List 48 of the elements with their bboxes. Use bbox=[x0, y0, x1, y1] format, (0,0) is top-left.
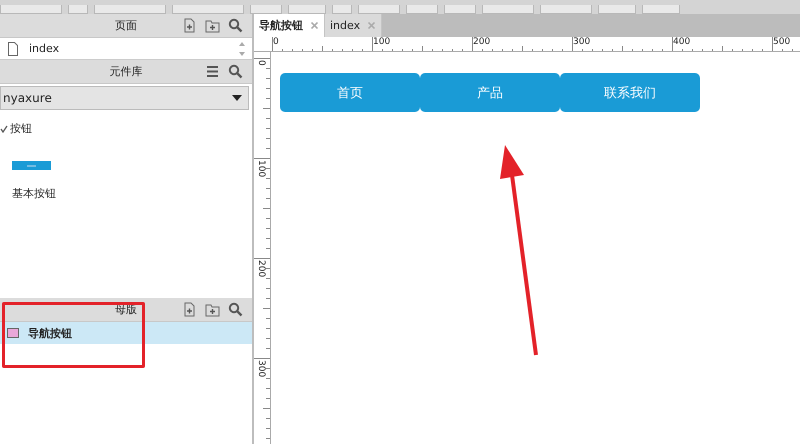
toolbar-control[interactable] bbox=[444, 5, 476, 14]
search-icon[interactable] bbox=[228, 18, 243, 33]
page-item[interactable]: index bbox=[29, 42, 60, 55]
toolbar-control[interactable] bbox=[288, 5, 326, 14]
ruler-label: 100 bbox=[256, 160, 266, 178]
close-icon[interactable] bbox=[368, 22, 376, 29]
library-group[interactable]: 按钮 bbox=[10, 121, 32, 136]
page-icon[interactable] bbox=[7, 42, 19, 56]
toolbar-control[interactable] bbox=[406, 5, 438, 14]
toolbar-control[interactable] bbox=[68, 5, 88, 14]
add-page-icon[interactable] bbox=[182, 18, 197, 33]
add-page-icon[interactable] bbox=[182, 302, 197, 317]
add-folder-icon[interactable] bbox=[205, 302, 220, 317]
ruler-label: 0 bbox=[256, 60, 266, 66]
toolbar-control[interactable] bbox=[0, 5, 62, 14]
master-icon[interactable] bbox=[7, 328, 19, 338]
toolbar-control[interactable] bbox=[540, 5, 592, 14]
button-thumbnail-icon[interactable] bbox=[12, 161, 51, 170]
toolbar-control[interactable] bbox=[94, 5, 166, 14]
tab[interactable]: 导航按钮 bbox=[254, 14, 325, 37]
master-item[interactable]: 导航按钮 bbox=[0, 322, 252, 344]
toolbar-control[interactable] bbox=[598, 5, 636, 14]
library-dropdown[interactable]: nyaxure bbox=[0, 86, 249, 110]
widget-item[interactable]: 基本按钮 bbox=[12, 186, 252, 201]
panel-title: 页面 bbox=[114, 18, 138, 33]
ruler-label: 100 bbox=[373, 37, 390, 47]
close-icon[interactable] bbox=[311, 22, 318, 29]
menu-icon[interactable] bbox=[205, 64, 220, 79]
ruler-label: 200 bbox=[256, 260, 266, 278]
ruler-label: 0 bbox=[273, 37, 279, 47]
panel-title: 元件库 bbox=[108, 64, 144, 79]
ruler-label: 400 bbox=[673, 37, 690, 47]
scroll-arrows-icon[interactable] bbox=[238, 40, 246, 56]
toolbar-control[interactable] bbox=[482, 5, 534, 14]
ruler-label: 300 bbox=[256, 360, 266, 378]
toolbar-control[interactable] bbox=[642, 5, 680, 14]
ruler-label: 200 bbox=[473, 37, 490, 47]
toolbar-control[interactable] bbox=[358, 5, 400, 14]
dropdown-caret-icon[interactable] bbox=[232, 95, 242, 101]
search-icon[interactable] bbox=[228, 64, 243, 79]
toolbar-control[interactable] bbox=[250, 5, 282, 14]
add-folder-icon[interactable] bbox=[205, 18, 220, 33]
check-icon[interactable] bbox=[0, 124, 8, 132]
ruler-label: 500 bbox=[773, 37, 790, 47]
tab[interactable]: index bbox=[325, 14, 382, 37]
toolbar-control[interactable] bbox=[332, 5, 352, 14]
ruler-label: 300 bbox=[573, 37, 590, 47]
search-icon[interactable] bbox=[228, 302, 243, 317]
